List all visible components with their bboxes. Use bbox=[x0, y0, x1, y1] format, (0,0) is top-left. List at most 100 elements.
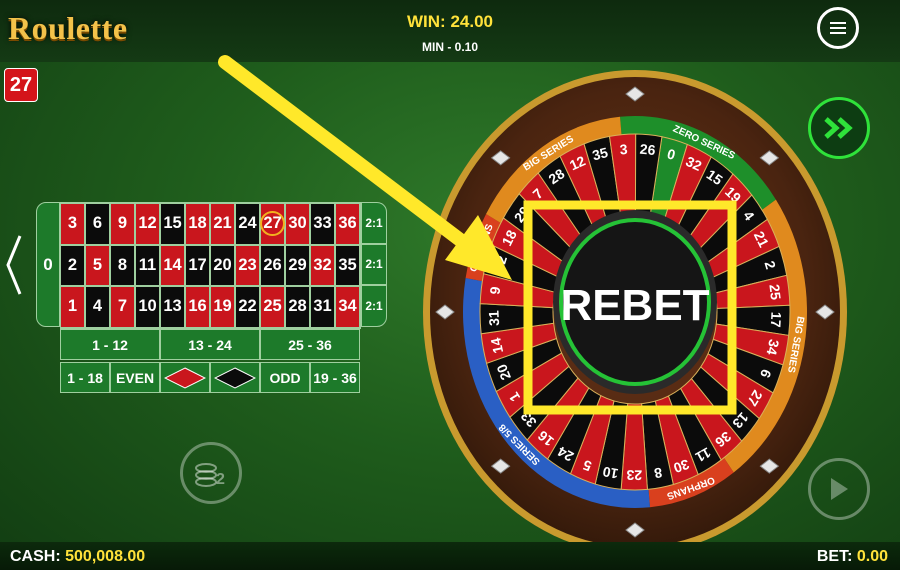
bet-number-14[interactable]: 14 bbox=[160, 244, 185, 287]
bet-number-label: 31 bbox=[313, 297, 332, 316]
bet-number-label: 28 bbox=[288, 297, 307, 316]
bet-number-34[interactable]: 34 bbox=[335, 286, 360, 328]
bet-value: 0.00 bbox=[856, 548, 888, 565]
wheel-number-label: 23 bbox=[626, 467, 642, 483]
bet-number-7[interactable]: 7 bbox=[110, 286, 135, 328]
bet-number-label: 11 bbox=[138, 255, 157, 274]
bet-dozen-1[interactable]: 1 - 12 bbox=[60, 329, 160, 360]
bet-number-label: 19 bbox=[213, 297, 232, 316]
bet-low[interactable]: 1 - 18 bbox=[60, 362, 110, 393]
bet-number-16[interactable]: 16 bbox=[185, 286, 210, 328]
wheel-number-label: 31 bbox=[486, 310, 503, 326]
bet-number-12[interactable]: 12 bbox=[135, 203, 160, 245]
bet-number-label: 32 bbox=[313, 255, 332, 274]
bet-even[interactable]: EVEN bbox=[110, 362, 160, 393]
bet-dozen-3[interactable]: 25 - 36 bbox=[260, 329, 360, 360]
bet-number-32[interactable]: 32 bbox=[310, 244, 335, 287]
menu-button[interactable] bbox=[817, 7, 859, 49]
bet-number-35[interactable]: 35 bbox=[335, 244, 360, 287]
bet-number-9[interactable]: 9 bbox=[110, 203, 135, 245]
bet-number-24[interactable]: 24 bbox=[235, 203, 260, 245]
wheel-number-label: 17 bbox=[768, 312, 785, 329]
cash-display: CASH: 500,008.00 bbox=[10, 548, 145, 566]
win-label: WIN: bbox=[407, 12, 446, 31]
bet-number-label: 20 bbox=[213, 255, 232, 274]
bet-red[interactable] bbox=[160, 362, 210, 393]
bet-black[interactable] bbox=[210, 362, 260, 393]
bet-number-label: 1 bbox=[67, 297, 78, 316]
bet-number-label: 12 bbox=[138, 214, 157, 233]
bet-number-label: 33 bbox=[313, 214, 332, 233]
bet-odd[interactable]: ODD bbox=[260, 362, 310, 393]
bet-number-5[interactable]: 5 bbox=[85, 244, 110, 287]
bet-number-label: 14 bbox=[163, 255, 182, 274]
bet-number-label: 7 bbox=[117, 297, 128, 316]
bet-column-top[interactable]: 2:1 bbox=[361, 202, 387, 244]
dozen-bets: 1 - 12 13 - 24 25 - 36 bbox=[60, 329, 360, 360]
rebet-button[interactable]: REBET bbox=[560, 281, 709, 330]
bet-number-29[interactable]: 29 bbox=[285, 244, 310, 287]
bet-number-20[interactable]: 20 bbox=[210, 244, 235, 287]
bet-number-label: 2 bbox=[67, 255, 78, 274]
bet-number-label: 35 bbox=[338, 255, 357, 274]
bet-number-13[interactable]: 13 bbox=[160, 286, 185, 328]
bet-number-22[interactable]: 22 bbox=[235, 286, 260, 328]
bet-number-33[interactable]: 33 bbox=[310, 203, 335, 245]
bet-number-label: 10 bbox=[138, 297, 157, 316]
bet-number-18[interactable]: 18 bbox=[185, 203, 210, 245]
bet-column-bottom[interactable]: 2:1 bbox=[361, 285, 387, 327]
bet-number-label: 21 bbox=[213, 214, 232, 233]
bet-number-28[interactable]: 28 bbox=[285, 286, 310, 328]
column-bets: 2:1 2:1 2:1 bbox=[361, 202, 387, 327]
wheel-number-label: 10 bbox=[601, 464, 619, 482]
bet-number-label: 34 bbox=[338, 297, 357, 316]
bet-number-2[interactable]: 2 bbox=[60, 244, 85, 287]
black-diamond-icon bbox=[214, 366, 256, 389]
bet-number-label: 3 bbox=[67, 214, 78, 233]
bet-number-30[interactable]: 30 bbox=[285, 203, 310, 245]
wheel-number-label: 26 bbox=[639, 141, 656, 158]
bet-display: BET: 0.00 bbox=[817, 548, 888, 566]
bet-zero[interactable]: 0 bbox=[36, 202, 60, 327]
chevron-left-icon[interactable] bbox=[4, 232, 24, 298]
bet-number-19[interactable]: 19 bbox=[210, 286, 235, 328]
bet-number-label: 25 bbox=[263, 297, 282, 316]
bet-number-label: 24 bbox=[238, 214, 257, 233]
bet-number-15[interactable]: 15 bbox=[160, 203, 185, 245]
svg-text:2: 2 bbox=[216, 471, 225, 488]
bet-number-10[interactable]: 10 bbox=[135, 286, 160, 328]
bet-number-label: 29 bbox=[288, 255, 307, 274]
win-display: WIN: 24.00 bbox=[0, 12, 900, 32]
win-value: 24.00 bbox=[450, 12, 493, 31]
bet-number-23[interactable]: 23 bbox=[235, 244, 260, 287]
bet-number-31[interactable]: 31 bbox=[310, 286, 335, 328]
bet-number-label: 23 bbox=[238, 255, 257, 274]
bet-dozen-2[interactable]: 13 - 24 bbox=[160, 329, 260, 360]
chip-selector-button[interactable]: 2 bbox=[180, 442, 242, 504]
bet-number-label: 15 bbox=[163, 214, 182, 233]
bet-number-4[interactable]: 4 bbox=[85, 286, 110, 328]
bet-number-17[interactable]: 17 bbox=[185, 244, 210, 287]
bet-column-middle[interactable]: 2:1 bbox=[361, 243, 387, 286]
bet-number-21[interactable]: 21 bbox=[210, 203, 235, 245]
bet-number-label: 30 bbox=[288, 214, 307, 233]
bet-number-label: 5 bbox=[92, 255, 103, 274]
bet-number-6[interactable]: 6 bbox=[85, 203, 110, 245]
bet-number-3[interactable]: 3 bbox=[60, 203, 85, 245]
bet-number-label: 16 bbox=[188, 297, 207, 316]
roulette-wheel: ZERO SERIESBIG SERIESORPHANSSERIES 5/8OR… bbox=[423, 70, 847, 554]
bet-number-label: 17 bbox=[188, 255, 207, 274]
bet-number-27[interactable]: 27 bbox=[260, 203, 285, 245]
bet-number-11[interactable]: 11 bbox=[135, 244, 160, 287]
bet-number-8[interactable]: 8 bbox=[110, 244, 135, 287]
bet-number-label: 27 bbox=[260, 211, 285, 237]
cash-value: 500,008.00 bbox=[65, 548, 146, 565]
bet-high[interactable]: 19 - 36 bbox=[310, 362, 360, 393]
chip-stack-icon: 2 bbox=[195, 463, 225, 488]
bet-number-1[interactable]: 1 bbox=[60, 286, 85, 328]
cash-label: CASH: bbox=[10, 548, 61, 565]
bet-number-26[interactable]: 26 bbox=[260, 244, 285, 287]
bet-number-25[interactable]: 25 bbox=[260, 286, 285, 328]
bet-number-36[interactable]: 36 bbox=[335, 203, 360, 245]
bet-number-label: 4 bbox=[92, 297, 103, 316]
